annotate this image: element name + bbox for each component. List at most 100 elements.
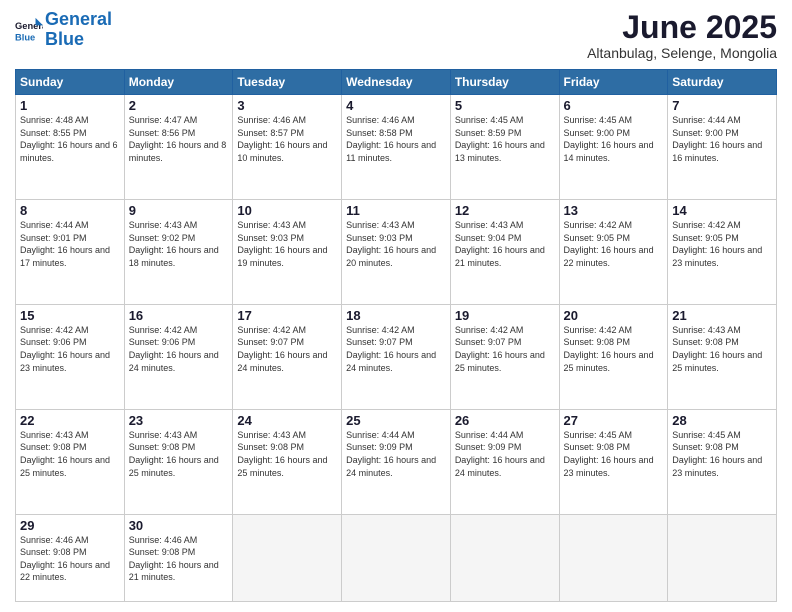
cell-info: Sunrise: 4:42 AMSunset: 9:08 PMDaylight:… <box>564 324 664 374</box>
col-monday: Monday <box>124 70 233 95</box>
calendar-cell: 22Sunrise: 4:43 AMSunset: 9:08 PMDayligh… <box>16 409 125 514</box>
col-tuesday: Tuesday <box>233 70 342 95</box>
week-row-4: 22Sunrise: 4:43 AMSunset: 9:08 PMDayligh… <box>16 409 777 514</box>
day-number: 1 <box>20 98 120 113</box>
cell-info: Sunrise: 4:46 AMSunset: 8:58 PMDaylight:… <box>346 114 446 164</box>
cell-info: Sunrise: 4:42 AMSunset: 9:06 PMDaylight:… <box>129 324 229 374</box>
cell-info: Sunrise: 4:43 AMSunset: 9:03 PMDaylight:… <box>346 219 446 269</box>
calendar-table: Sunday Monday Tuesday Wednesday Thursday… <box>15 69 777 602</box>
calendar-cell: 16Sunrise: 4:42 AMSunset: 9:06 PMDayligh… <box>124 304 233 409</box>
day-number: 26 <box>455 413 555 428</box>
day-number: 10 <box>237 203 337 218</box>
logo-blue: Blue <box>45 29 84 49</box>
day-number: 19 <box>455 308 555 323</box>
calendar-cell: 18Sunrise: 4:42 AMSunset: 9:07 PMDayligh… <box>342 304 451 409</box>
day-number: 7 <box>672 98 772 113</box>
cell-info: Sunrise: 4:43 AMSunset: 9:08 PMDaylight:… <box>237 429 337 479</box>
day-number: 27 <box>564 413 664 428</box>
calendar-cell: 17Sunrise: 4:42 AMSunset: 9:07 PMDayligh… <box>233 304 342 409</box>
cell-info: Sunrise: 4:43 AMSunset: 9:04 PMDaylight:… <box>455 219 555 269</box>
cell-info: Sunrise: 4:42 AMSunset: 9:05 PMDaylight:… <box>564 219 664 269</box>
logo-icon: General Blue <box>15 16 43 44</box>
month-title: June 2025 <box>587 10 777 45</box>
calendar-cell <box>342 514 451 601</box>
cell-info: Sunrise: 4:44 AMSunset: 9:09 PMDaylight:… <box>346 429 446 479</box>
calendar-cell: 15Sunrise: 4:42 AMSunset: 9:06 PMDayligh… <box>16 304 125 409</box>
cell-info: Sunrise: 4:43 AMSunset: 9:08 PMDaylight:… <box>20 429 120 479</box>
calendar-cell: 9Sunrise: 4:43 AMSunset: 9:02 PMDaylight… <box>124 200 233 305</box>
svg-text:Blue: Blue <box>15 32 35 42</box>
day-number: 17 <box>237 308 337 323</box>
calendar-cell <box>450 514 559 601</box>
week-row-1: 1Sunrise: 4:48 AMSunset: 8:55 PMDaylight… <box>16 95 777 200</box>
cell-info: Sunrise: 4:42 AMSunset: 9:06 PMDaylight:… <box>20 324 120 374</box>
day-number: 23 <box>129 413 229 428</box>
day-number: 30 <box>129 518 229 533</box>
calendar-cell: 23Sunrise: 4:43 AMSunset: 9:08 PMDayligh… <box>124 409 233 514</box>
calendar-cell: 30Sunrise: 4:46 AMSunset: 9:08 PMDayligh… <box>124 514 233 601</box>
week-row-5: 29Sunrise: 4:46 AMSunset: 9:08 PMDayligh… <box>16 514 777 601</box>
calendar-cell: 1Sunrise: 4:48 AMSunset: 8:55 PMDaylight… <box>16 95 125 200</box>
calendar-cell: 25Sunrise: 4:44 AMSunset: 9:09 PMDayligh… <box>342 409 451 514</box>
day-number: 12 <box>455 203 555 218</box>
calendar-cell: 10Sunrise: 4:43 AMSunset: 9:03 PMDayligh… <box>233 200 342 305</box>
calendar-cell: 29Sunrise: 4:46 AMSunset: 9:08 PMDayligh… <box>16 514 125 601</box>
day-number: 18 <box>346 308 446 323</box>
calendar-cell: 11Sunrise: 4:43 AMSunset: 9:03 PMDayligh… <box>342 200 451 305</box>
calendar-cell: 27Sunrise: 4:45 AMSunset: 9:08 PMDayligh… <box>559 409 668 514</box>
calendar-cell: 7Sunrise: 4:44 AMSunset: 9:00 PMDaylight… <box>668 95 777 200</box>
day-number: 8 <box>20 203 120 218</box>
cell-info: Sunrise: 4:44 AMSunset: 9:01 PMDaylight:… <box>20 219 120 269</box>
day-number: 22 <box>20 413 120 428</box>
calendar-cell: 6Sunrise: 4:45 AMSunset: 9:00 PMDaylight… <box>559 95 668 200</box>
day-number: 6 <box>564 98 664 113</box>
calendar-cell <box>668 514 777 601</box>
cell-info: Sunrise: 4:44 AMSunset: 9:00 PMDaylight:… <box>672 114 772 164</box>
calendar-cell: 12Sunrise: 4:43 AMSunset: 9:04 PMDayligh… <box>450 200 559 305</box>
day-number: 4 <box>346 98 446 113</box>
calendar-cell: 4Sunrise: 4:46 AMSunset: 8:58 PMDaylight… <box>342 95 451 200</box>
calendar-cell: 8Sunrise: 4:44 AMSunset: 9:01 PMDaylight… <box>16 200 125 305</box>
page: General Blue General Blue June 2025 Alta… <box>0 0 792 612</box>
col-thursday: Thursday <box>450 70 559 95</box>
day-number: 2 <box>129 98 229 113</box>
calendar-cell: 13Sunrise: 4:42 AMSunset: 9:05 PMDayligh… <box>559 200 668 305</box>
calendar-cell: 5Sunrise: 4:45 AMSunset: 8:59 PMDaylight… <box>450 95 559 200</box>
cell-info: Sunrise: 4:42 AMSunset: 9:07 PMDaylight:… <box>346 324 446 374</box>
col-wednesday: Wednesday <box>342 70 451 95</box>
location: Altanbulag, Selenge, Mongolia <box>587 45 777 61</box>
cell-info: Sunrise: 4:45 AMSunset: 9:08 PMDaylight:… <box>672 429 772 479</box>
cell-info: Sunrise: 4:43 AMSunset: 9:08 PMDaylight:… <box>129 429 229 479</box>
calendar-cell: 2Sunrise: 4:47 AMSunset: 8:56 PMDaylight… <box>124 95 233 200</box>
calendar-cell: 26Sunrise: 4:44 AMSunset: 9:09 PMDayligh… <box>450 409 559 514</box>
header: General Blue General Blue June 2025 Alta… <box>15 10 777 61</box>
calendar-cell: 28Sunrise: 4:45 AMSunset: 9:08 PMDayligh… <box>668 409 777 514</box>
logo: General Blue General Blue <box>15 10 112 50</box>
calendar-cell <box>559 514 668 601</box>
col-friday: Friday <box>559 70 668 95</box>
cell-info: Sunrise: 4:46 AMSunset: 8:57 PMDaylight:… <box>237 114 337 164</box>
header-row: Sunday Monday Tuesday Wednesday Thursday… <box>16 70 777 95</box>
cell-info: Sunrise: 4:46 AMSunset: 9:08 PMDaylight:… <box>129 534 229 584</box>
cell-info: Sunrise: 4:45 AMSunset: 9:08 PMDaylight:… <box>564 429 664 479</box>
day-number: 5 <box>455 98 555 113</box>
col-sunday: Sunday <box>16 70 125 95</box>
day-number: 21 <box>672 308 772 323</box>
week-row-3: 15Sunrise: 4:42 AMSunset: 9:06 PMDayligh… <box>16 304 777 409</box>
cell-info: Sunrise: 4:47 AMSunset: 8:56 PMDaylight:… <box>129 114 229 164</box>
calendar-cell: 14Sunrise: 4:42 AMSunset: 9:05 PMDayligh… <box>668 200 777 305</box>
cell-info: Sunrise: 4:48 AMSunset: 8:55 PMDaylight:… <box>20 114 120 164</box>
day-number: 28 <box>672 413 772 428</box>
day-number: 25 <box>346 413 446 428</box>
logo-general: General <box>45 9 112 29</box>
day-number: 9 <box>129 203 229 218</box>
title-section: June 2025 Altanbulag, Selenge, Mongolia <box>587 10 777 61</box>
calendar-cell: 19Sunrise: 4:42 AMSunset: 9:07 PMDayligh… <box>450 304 559 409</box>
day-number: 24 <box>237 413 337 428</box>
col-saturday: Saturday <box>668 70 777 95</box>
day-number: 3 <box>237 98 337 113</box>
cell-info: Sunrise: 4:42 AMSunset: 9:05 PMDaylight:… <box>672 219 772 269</box>
day-number: 11 <box>346 203 446 218</box>
calendar-cell: 24Sunrise: 4:43 AMSunset: 9:08 PMDayligh… <box>233 409 342 514</box>
day-number: 14 <box>672 203 772 218</box>
